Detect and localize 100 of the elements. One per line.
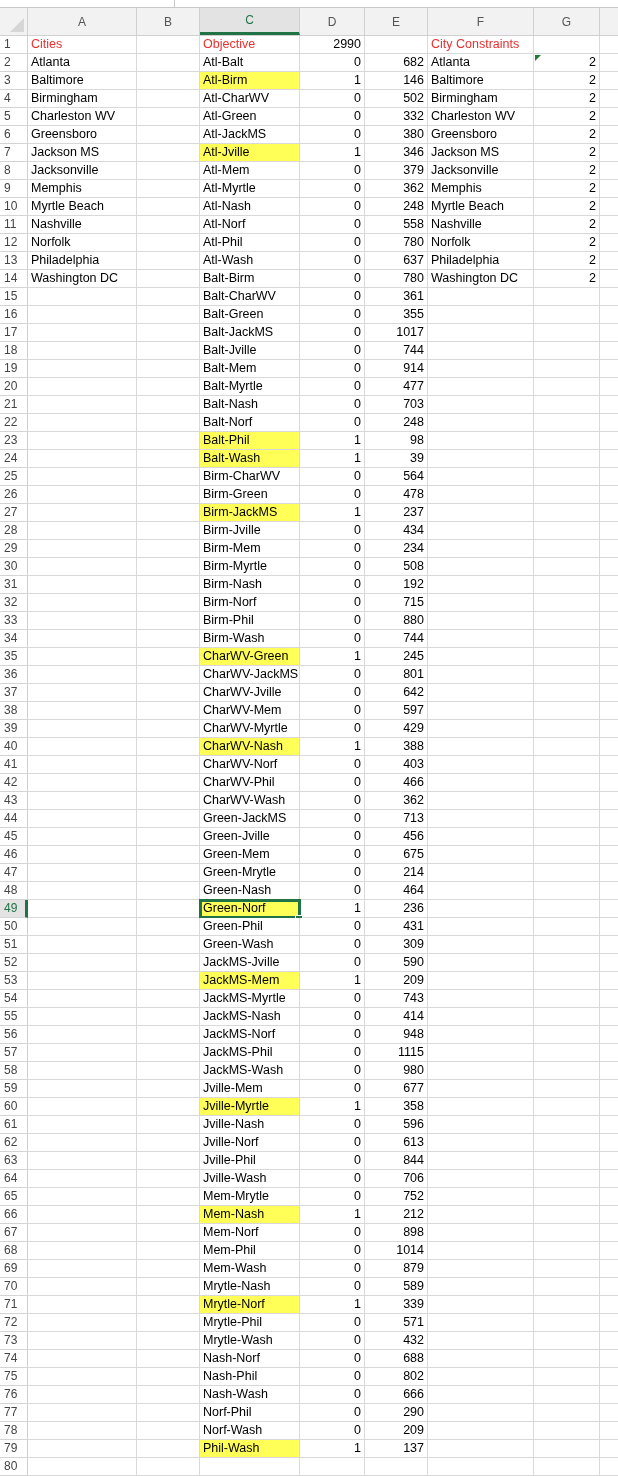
table-cell: 0 xyxy=(300,1044,365,1062)
table-cell: 1014 xyxy=(365,1242,428,1260)
table-cell: JackMS-Myrtle xyxy=(200,990,300,1008)
table-cell: Balt-Wash xyxy=(200,450,300,468)
select-all-icon[interactable] xyxy=(10,18,24,32)
table-cell: 879 xyxy=(365,1260,428,1278)
table-cell: 1 xyxy=(300,1098,365,1116)
table-cell: JackMS-Nash xyxy=(200,1008,300,1026)
table-cell: 0 xyxy=(300,954,365,972)
table-cell: 0 xyxy=(300,1062,365,1080)
table-cell: 0 xyxy=(300,1332,365,1350)
table-cell: Balt-Nash xyxy=(200,396,300,414)
table-cell: Green-Mrytle xyxy=(200,864,300,882)
table-cell: Myrtle Beach xyxy=(28,198,137,216)
table-cell: JackMS-Jville xyxy=(200,954,300,972)
table-cell: 209 xyxy=(365,1422,428,1440)
table-cell: Green-Jville xyxy=(200,828,300,846)
table-cell: Mem-Nash xyxy=(200,1206,300,1224)
table-cell: 361 xyxy=(365,288,428,306)
table-cell: 0 xyxy=(300,252,365,270)
table-cell: CharWV-Nash xyxy=(200,738,300,756)
table-cell: Green-Wash xyxy=(200,936,300,954)
column-header[interactable]: G xyxy=(534,8,600,35)
table-cell: 0 xyxy=(300,1170,365,1188)
table-cell: 0 xyxy=(300,540,365,558)
table-cell: 666 xyxy=(365,1386,428,1404)
table-cell: 2 xyxy=(534,144,600,162)
table-cell: 2 xyxy=(534,126,600,144)
table-cell: 1 xyxy=(300,1440,365,1458)
table-cell: Atlanta xyxy=(428,54,534,72)
table-cell: Jville-Nash xyxy=(200,1116,300,1134)
table-cell: 464 xyxy=(365,882,428,900)
table-cell: 0 xyxy=(300,468,365,486)
table-cell: 675 xyxy=(365,846,428,864)
table-cell: 1 xyxy=(300,72,365,90)
table-cell: Cities xyxy=(28,36,137,54)
table-cell: 780 xyxy=(365,270,428,288)
table-cell: Atl-Wash xyxy=(200,252,300,270)
table-cell: 980 xyxy=(365,1062,428,1080)
table-cell: Mem-Wash xyxy=(200,1260,300,1278)
table-cell: 234 xyxy=(365,540,428,558)
table-cell: 248 xyxy=(365,414,428,432)
table-cell: 703 xyxy=(365,396,428,414)
table-cell: 414 xyxy=(365,1008,428,1026)
column-header[interactable]: C xyxy=(200,8,300,35)
table-cell: 0 xyxy=(300,1152,365,1170)
table-cell: 192 xyxy=(365,576,428,594)
table-cell: 248 xyxy=(365,198,428,216)
table-cell: 0 xyxy=(300,1026,365,1044)
table-cell: Mrytle-Phil xyxy=(200,1314,300,1332)
column-header[interactable]: D xyxy=(300,8,365,35)
table-cell: Birmingham xyxy=(428,90,534,108)
table-cell: 245 xyxy=(365,648,428,666)
table-cell: 0 xyxy=(300,180,365,198)
table-cell: 802 xyxy=(365,1368,428,1386)
table-cell: Birm-Jville xyxy=(200,522,300,540)
table-cell: 355 xyxy=(365,306,428,324)
table-cell: 0 xyxy=(300,126,365,144)
table-cell: Birm-Green xyxy=(200,486,300,504)
table-cell: 0 xyxy=(300,594,365,612)
table-cell: 0 xyxy=(300,684,365,702)
table-cell: Balt-Myrtle xyxy=(200,378,300,396)
table-cell: 0 xyxy=(300,1350,365,1368)
table-cell: 0 xyxy=(300,792,365,810)
table-cell: CharWV-JackMS xyxy=(200,666,300,684)
column-header[interactable]: E xyxy=(365,8,428,35)
table-cell: 1 xyxy=(300,738,365,756)
table-cell: 380 xyxy=(365,126,428,144)
table-cell: 706 xyxy=(365,1170,428,1188)
table-cell: 914 xyxy=(365,360,428,378)
table-cell: Birm-Phil xyxy=(200,612,300,630)
table-cell: JackMS-Wash xyxy=(200,1062,300,1080)
table-cell: 744 xyxy=(365,630,428,648)
table-cell: 0 xyxy=(300,1224,365,1242)
table-cell: Balt-Phil xyxy=(200,432,300,450)
row-header[interactable]: 49 xyxy=(0,900,28,918)
table-cell: 2 xyxy=(534,72,600,90)
table-cell: 0 xyxy=(300,990,365,1008)
table-cell: 0 xyxy=(300,1386,365,1404)
table-cell: 590 xyxy=(365,954,428,972)
table-cell: 0 xyxy=(300,360,365,378)
table-cell: CharWV-Green xyxy=(200,648,300,666)
table-cell: 0 xyxy=(300,1314,365,1332)
column-header[interactable]: A xyxy=(28,8,137,35)
table-cell: 0 xyxy=(300,1080,365,1098)
table-cell: 1 xyxy=(300,450,365,468)
column-header[interactable]: F xyxy=(428,8,534,35)
table-cell: Atl-CharWV xyxy=(200,90,300,108)
table-cell: Norfolk xyxy=(428,234,534,252)
table-cell: 431 xyxy=(365,918,428,936)
table-cell: 589 xyxy=(365,1278,428,1296)
table-cell: 2 xyxy=(534,216,600,234)
table-cell: 362 xyxy=(365,180,428,198)
table-cell: 2 xyxy=(534,108,600,126)
table-cell: 146 xyxy=(365,72,428,90)
table-cell: 434 xyxy=(365,522,428,540)
table-cell: Baltimore xyxy=(28,72,137,90)
table-cell: 2 xyxy=(534,180,600,198)
table-cell: Jacksonville xyxy=(28,162,137,180)
table-cell: 456 xyxy=(365,828,428,846)
